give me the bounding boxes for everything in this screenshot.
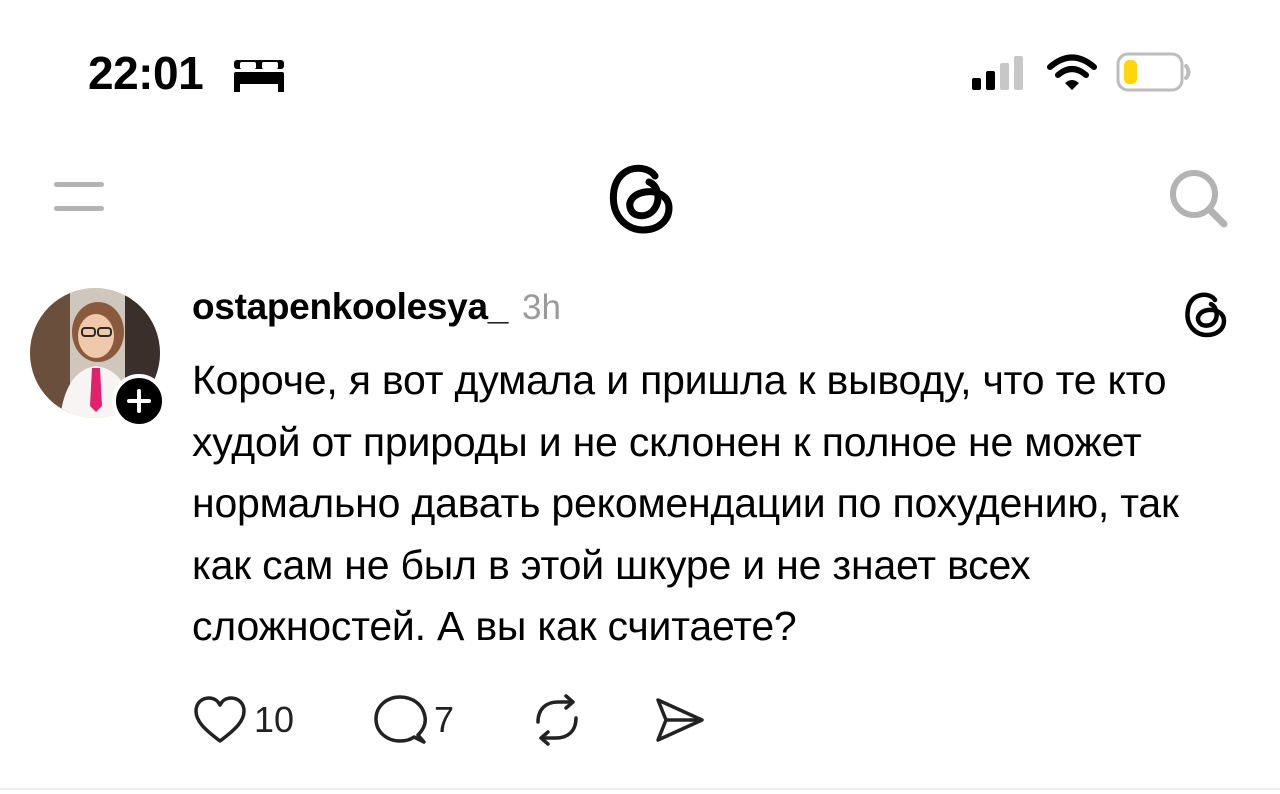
cellular-signal-icon — [972, 56, 1023, 90]
reply-button[interactable]: 7 — [372, 690, 454, 750]
repost-icon — [536, 694, 578, 746]
comment-icon — [374, 695, 427, 744]
repost-button[interactable] — [530, 690, 584, 750]
divider — [0, 788, 1280, 790]
plus-icon — [127, 389, 151, 413]
like-count: 10 — [254, 699, 295, 740]
follow-button[interactable] — [112, 374, 166, 428]
post-timestamp: 3h — [522, 288, 561, 327]
post-username[interactable]: ostapenkoolesya_ — [192, 286, 508, 328]
heart-icon — [194, 696, 246, 743]
like-button[interactable]: 10 — [192, 690, 294, 750]
search-icon[interactable] — [1166, 166, 1230, 230]
battery-low-icon — [1116, 52, 1191, 92]
bed-icon — [234, 60, 284, 92]
reply-count: 7 — [434, 699, 455, 740]
status-bar: 22:01 — [0, 0, 1280, 140]
threads-logo-icon[interactable] — [605, 160, 675, 234]
menu-icon[interactable] — [52, 176, 106, 216]
status-time: 22:01 — [88, 47, 204, 99]
send-icon — [656, 698, 704, 742]
post-text: Короче, я вот думала и пришла к выводу, … — [192, 357, 1179, 649]
post-header: ostapenkoolesya_ 3h — [192, 286, 561, 338]
wifi-icon — [1047, 54, 1097, 90]
share-button[interactable] — [652, 690, 708, 750]
threads-logo-icon — [1185, 292, 1227, 338]
